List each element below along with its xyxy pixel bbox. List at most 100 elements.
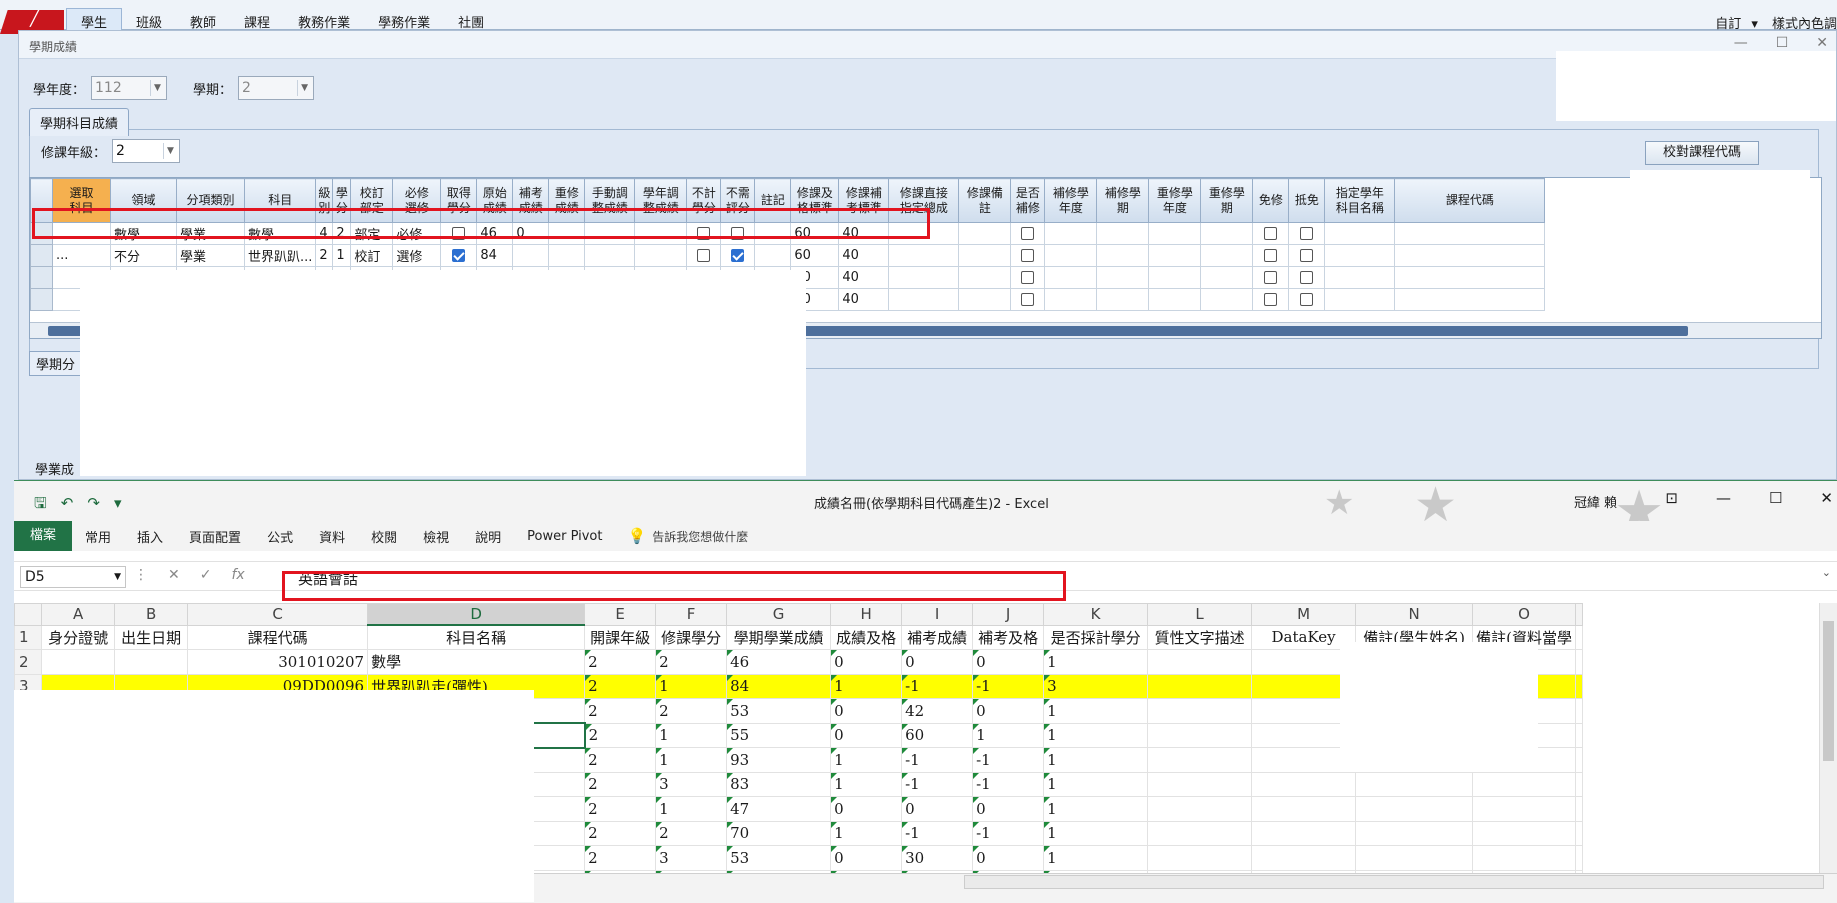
grid-cell[interactable] [1044, 288, 1098, 311]
sheet-cell[interactable]: 補考及格 [972, 624, 1045, 650]
sheet-cell-i[interactable]: 60 [901, 722, 974, 748]
checkbox[interactable] [1300, 271, 1314, 284]
grid-cell-retake[interactable] [1010, 244, 1046, 267]
sheet-cell-h[interactable]: 0 [830, 649, 903, 675]
sheet-cell[interactable]: 科目名稱 [367, 624, 586, 650]
checkbox[interactable] [697, 249, 711, 262]
lightbulb-icon[interactable]: 💡 [628, 527, 647, 545]
sheet-cell[interactable] [1355, 796, 1474, 822]
maximize-icon[interactable]: ☐ [1776, 35, 1789, 51]
sheet-cell-j[interactable]: -1 [972, 771, 1045, 797]
grid-cell-retake[interactable] [1010, 288, 1046, 311]
column-header[interactable]: C [187, 603, 369, 626]
sheet-cell[interactable] [1574, 649, 1583, 675]
grid-cell-domain[interactable]: 不分 [110, 244, 177, 267]
sheet-cell-j[interactable]: -1 [972, 820, 1045, 846]
top-tab[interactable]: 社團 [444, 0, 498, 31]
sheet-cell[interactable] [1574, 698, 1583, 724]
column-header[interactable]: B [114, 603, 189, 626]
sheet-cell-e[interactable]: 2 [584, 820, 657, 846]
grid-cell-course-code[interactable] [1394, 266, 1546, 289]
sheet-cell-h[interactable]: 1 [830, 771, 903, 797]
select-all-corner[interactable] [14, 603, 43, 626]
row-number[interactable]: 2 [14, 649, 43, 675]
grid-cell-offset[interactable] [1288, 288, 1326, 311]
grid-cell-exempt[interactable] [1252, 288, 1290, 311]
sheet-cell-k[interactable]: 1 [1043, 649, 1149, 675]
term-dropdown[interactable]: 2 ▼ [238, 76, 315, 100]
sheet-cell-h[interactable]: 1 [830, 820, 903, 846]
sheet-cell-f[interactable]: 2 [655, 698, 728, 724]
sheet-cell-h[interactable]: 0 [830, 698, 903, 724]
grid-cell[interactable] [1044, 222, 1098, 245]
column-header[interactable]: M [1251, 603, 1357, 626]
grid-cell-pass[interactable]: 60 [790, 244, 840, 267]
close-icon[interactable]: ✕ [1820, 489, 1833, 507]
sheet-cell[interactable] [41, 649, 116, 675]
year-dropdown[interactable]: 112 ▼ [91, 76, 168, 100]
ribbon-tab[interactable]: 說明 [462, 527, 514, 546]
sheet-cell-f[interactable]: 1 [655, 722, 728, 748]
vertical-scrollbar[interactable] [1819, 603, 1837, 873]
column-header[interactable]: N [1355, 603, 1474, 626]
sheet-cell-j[interactable]: 0 [972, 845, 1045, 871]
ribbon-tab[interactable]: 檢視 [410, 527, 462, 546]
grid-cell[interactable] [1096, 222, 1150, 245]
grid-column-header[interactable]: 修課備 註 [958, 178, 1012, 223]
ribbon-tab[interactable]: 校閱 [358, 527, 410, 546]
grid-cell-course-code[interactable] [1394, 244, 1546, 267]
sheet-cell[interactable] [1147, 673, 1253, 699]
grid-cell[interactable] [1324, 288, 1396, 311]
column-header[interactable]: H [830, 603, 903, 626]
checkbox[interactable] [1021, 249, 1035, 262]
ribbon-tab[interactable]: Power Pivot [514, 529, 615, 544]
minimize-icon[interactable]: — [1716, 489, 1731, 507]
cancel-icon[interactable]: ✕ [168, 567, 180, 583]
grid-cell[interactable] [958, 244, 1012, 267]
sheet-cell[interactable] [1355, 845, 1474, 871]
sheet-cell-j[interactable]: -1 [972, 747, 1045, 773]
ribbon-tab[interactable]: 頁面配置 [176, 527, 254, 546]
sheet-cell[interactable]: 課程代碼 [187, 624, 369, 650]
top-tab[interactable]: 教師 [176, 0, 230, 31]
sheet-cell-e[interactable]: 2 [584, 747, 657, 773]
grid-cell-note[interactable] [754, 244, 792, 267]
checkbox[interactable] [452, 249, 466, 262]
sheet-cell-i[interactable]: -1 [901, 820, 974, 846]
scrollbar-thumb[interactable] [1823, 621, 1834, 761]
sheet-cell[interactable] [1574, 796, 1583, 822]
checkbox[interactable] [1300, 227, 1314, 240]
grid-cell[interactable] [888, 288, 960, 311]
ribbon-tab[interactable]: 資料 [306, 527, 358, 546]
sheet-cell[interactable] [1574, 673, 1583, 699]
sheet-cell-f[interactable]: 1 [655, 796, 728, 822]
sheet-cell-k[interactable]: 1 [1043, 722, 1149, 748]
sheet-cell-i[interactable]: 30 [901, 845, 974, 871]
checkbox[interactable] [1264, 271, 1278, 284]
sheet-cell-g[interactable]: 46 [726, 649, 832, 675]
sheet-cell[interactable]: 學期學業成績 [726, 624, 832, 650]
top-tab[interactable]: 班級 [122, 0, 176, 31]
sheet-cell-subject[interactable]: 數學 [367, 649, 586, 675]
ribbon-tab[interactable]: 常用 [72, 527, 124, 546]
checkbox[interactable] [1264, 293, 1278, 306]
grid-cell[interactable] [1324, 222, 1396, 245]
sheet-cell[interactable]: 補考成績 [901, 624, 974, 650]
grid-cell-course-code[interactable] [1394, 288, 1546, 311]
sheet-cell-f[interactable]: 1 [655, 673, 728, 699]
sheet-cell[interactable] [1147, 698, 1253, 724]
grid-column-header[interactable]: 課程代碼 [1394, 178, 1546, 223]
ribbon-display-icon[interactable]: ⊡ [1665, 489, 1678, 507]
chevron-down-icon[interactable]: ▼ [163, 143, 177, 159]
sheet-cell[interactable]: 質性文字描述 [1147, 624, 1253, 650]
column-header[interactable]: D [367, 603, 586, 626]
sheet-cell[interactable] [1574, 624, 1583, 650]
enter-icon[interactable]: ✓ [200, 567, 212, 583]
grid-cell[interactable] [1200, 288, 1254, 311]
row-header[interactable] [30, 266, 53, 289]
sheet-cell-i[interactable]: 0 [901, 796, 974, 822]
sheet-cell[interactable] [1147, 820, 1253, 846]
file-tab[interactable]: 檔案 [14, 521, 73, 551]
sheet-cell-e[interactable]: 2 [584, 771, 657, 797]
column-header[interactable]: A [41, 603, 116, 626]
